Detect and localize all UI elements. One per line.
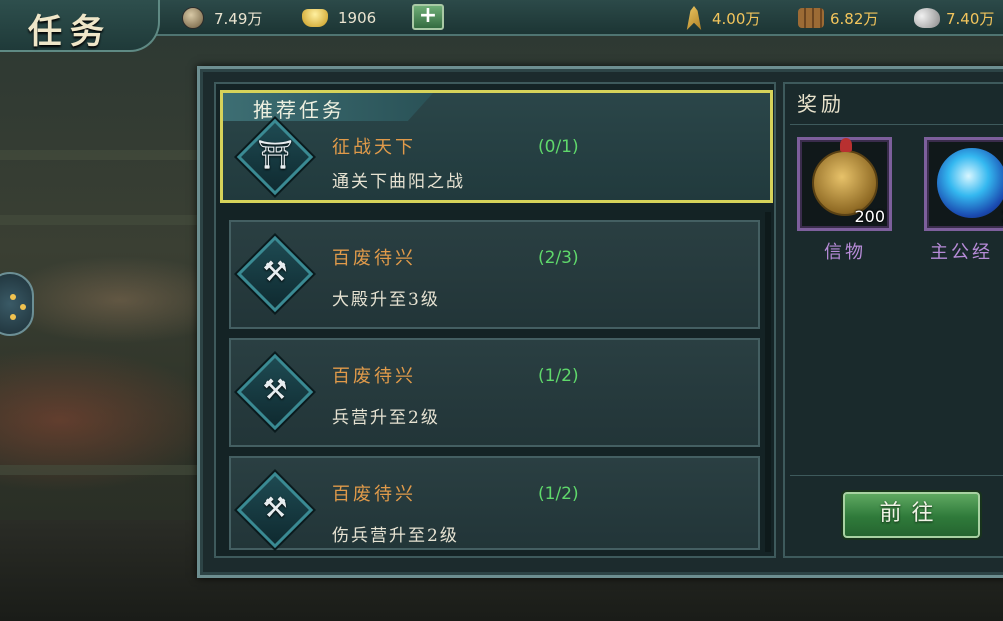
task-progress: (2/3) <box>538 248 579 268</box>
ingot-resource: 1906 <box>302 6 376 30</box>
task-name: 征战天下 <box>332 137 416 158</box>
wood-resource: 6.82万 <box>798 6 878 30</box>
grain-resource: 4.00万 <box>682 6 760 30</box>
wood-amount: 6.82万 <box>830 9 879 28</box>
coin-resource: 7.49万 <box>182 6 262 30</box>
background-scene-detail <box>0 215 200 225</box>
background-scene-detail <box>0 465 200 475</box>
reward-count: 200 <box>854 207 885 226</box>
recommended-label: 推荐任务 <box>253 98 345 122</box>
task-description: 伤兵营升至2级 <box>332 526 459 546</box>
task-name: 百废待兴 <box>332 248 416 269</box>
task-description: 兵营升至2级 <box>332 408 440 428</box>
reward-name: 主公经 <box>930 242 993 263</box>
divider <box>790 475 1003 476</box>
gold-ingot-icon <box>302 9 328 27</box>
divider <box>790 124 1003 125</box>
task-progress: (1/2) <box>538 484 579 504</box>
coin-icon <box>182 7 204 29</box>
task-list-scrollbar[interactable] <box>765 212 771 552</box>
grain-icon <box>686 6 702 30</box>
task-name: 百废待兴 <box>332 484 416 505</box>
task-progress: (0/1) <box>538 137 579 157</box>
task-description: 通关下曲阳之战 <box>332 172 465 192</box>
stone-icon <box>914 8 940 28</box>
reward-item-slot[interactable]: 200 <box>797 137 892 231</box>
task-name: 百废待兴 <box>332 366 416 387</box>
coin-amount: 7.49万 <box>214 9 263 28</box>
palace-icon: ⛩ <box>257 138 293 171</box>
go-button[interactable]: 前往 <box>843 492 980 538</box>
reward-item-slot[interactable]: 2 <box>924 137 1003 231</box>
wood-icon <box>798 8 824 28</box>
hammer-upgrade-icon: ⚒ <box>262 373 288 406</box>
ingot-amount: 1906 <box>338 9 377 27</box>
page-title: 任务 <box>28 12 112 52</box>
background-scene-detail <box>0 150 200 160</box>
title-plate: 任务 <box>0 0 160 52</box>
side-menu-button[interactable] <box>0 272 34 336</box>
add-currency-button[interactable]: + <box>412 4 444 30</box>
grain-amount: 4.00万 <box>712 9 761 28</box>
task-description: 大殿升至3级 <box>332 290 440 310</box>
stone-resource: 7.40万 <box>914 6 994 30</box>
reward-title: 奖励 <box>797 92 845 116</box>
orb-icon <box>937 148 1003 218</box>
hammer-upgrade-icon: ⚒ <box>262 491 288 524</box>
reward-name: 信物 <box>824 242 866 263</box>
stone-amount: 7.40万 <box>946 9 995 28</box>
task-card[interactable] <box>229 456 760 550</box>
hammer-upgrade-icon: ⚒ <box>262 255 288 288</box>
task-progress: (1/2) <box>538 366 579 386</box>
